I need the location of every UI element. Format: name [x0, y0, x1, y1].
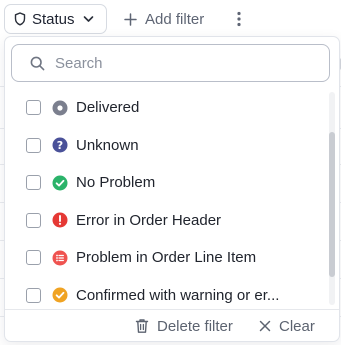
- clear-label: Clear: [279, 317, 315, 335]
- option-label: Confirmed with warning or er...: [76, 286, 280, 304]
- exclamation-circle-icon: [52, 212, 68, 228]
- checkbox[interactable]: [26, 137, 41, 153]
- chevron-down-icon: [83, 16, 93, 22]
- delete-filter-label: Delete filter: [157, 317, 233, 335]
- option-problem-in-order-line-item[interactable]: Problem in Order Line Item: [5, 239, 327, 277]
- clear-button[interactable]: Clear: [259, 310, 315, 342]
- plus-icon: [124, 12, 137, 26]
- option-label: Problem in Order Line Item: [76, 249, 257, 267]
- add-filter-label: Add filter: [145, 10, 205, 28]
- question-circle-icon: ?: [52, 137, 68, 153]
- checkbox[interactable]: [26, 175, 41, 191]
- status-filter-button[interactable]: Status: [4, 4, 107, 34]
- delete-filter-button[interactable]: Delete filter: [135, 310, 233, 342]
- checkbox[interactable]: [26, 100, 41, 116]
- close-icon: [259, 320, 271, 332]
- option-error-in-order-header[interactable]: Error in Order Header: [5, 202, 327, 240]
- search-input[interactable]: [55, 54, 305, 72]
- trash-icon: [135, 319, 149, 333]
- option-label: Delivered: [76, 99, 140, 117]
- check-circle-icon: [52, 175, 68, 191]
- option-label: Error in Order Header: [76, 211, 222, 229]
- status-options-list: Delivered ? Unknown No Problem Error in …: [5, 89, 327, 307]
- option-no-problem[interactable]: No Problem: [5, 164, 327, 202]
- filter-toolbar: Status Add filter: [0, 0, 341, 38]
- option-delivered[interactable]: Delivered: [5, 89, 327, 127]
- more-options-button[interactable]: [232, 4, 246, 34]
- status-filter-dropdown: Delivered ? Unknown No Problem: [4, 36, 340, 342]
- list-circle-icon: [52, 250, 68, 266]
- shield-icon: [14, 12, 26, 26]
- more-vertical-icon: [237, 11, 241, 27]
- search-field[interactable]: [11, 44, 330, 82]
- checkbox[interactable]: [26, 250, 41, 266]
- search-icon: [30, 56, 45, 70]
- add-filter-button[interactable]: Add filter: [124, 4, 204, 34]
- dot-circle-icon: [52, 100, 68, 116]
- svg-text:?: ?: [57, 139, 63, 152]
- scrollbar-thumb[interactable]: [329, 132, 335, 277]
- option-unknown[interactable]: ? Unknown: [5, 127, 327, 165]
- option-label: No Problem: [76, 174, 156, 192]
- list-scrollbar[interactable]: [329, 92, 335, 305]
- option-label: Unknown: [76, 136, 139, 154]
- checkbox[interactable]: [26, 287, 41, 303]
- status-filter-label: Status: [32, 10, 75, 28]
- checkbox[interactable]: [26, 212, 41, 228]
- check-circle-icon: [52, 287, 68, 303]
- option-confirmed-with-warning[interactable]: Confirmed with warning or er...: [5, 277, 327, 308]
- dropdown-footer: Delete filter Clear: [5, 309, 339, 342]
